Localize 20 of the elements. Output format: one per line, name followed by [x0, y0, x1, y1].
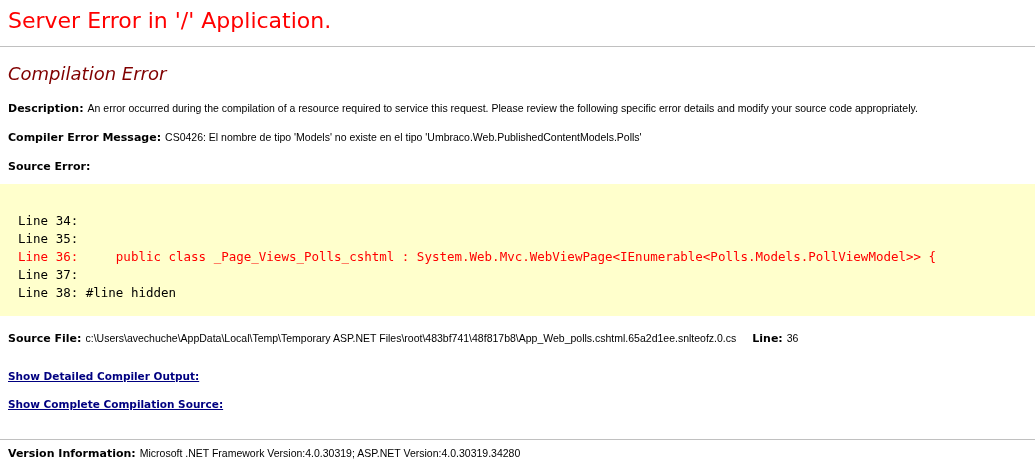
field-label: Source Error: — [8, 160, 91, 173]
code-line: Line 37: — [18, 265, 80, 284]
code-line: Line 36: public class _Page_Views_Polls_cshtml : System.Web.Mvc.WebViewPage<IEnumerable<Polls.Models.PollViewModel>> { — [18, 247, 938, 266]
description-text: An error occurred during the compilation of a resource required to service this request. Please review the following specific error details and modify your source code appropriately. — [87, 101, 918, 116]
field-label: Source File: — [8, 330, 82, 347]
code-line: Line 34: — [18, 211, 80, 230]
file-path: c:\Users\avechuche\AppData\Local\Temp\Temporary ASP.NET Files\root\483bf741\48f817b8\App_Web_polls.cshtml.65a2d1ee.snlteofz.0.cs — [85, 330, 737, 346]
error-message-text: CS0426: El nombre de tipo 'Models' no existe en el tipo 'Umbraco.Web.PublishedContentModels.Polls' — [165, 129, 642, 145]
toggle-link[interactable]: Show Complete Compilation Source: — [8, 396, 224, 413]
code-line: Line 35: — [18, 229, 80, 248]
code-line: Line 38: #line hidden — [18, 283, 178, 302]
version-text: Microsoft .NET Framework Version:4.0.30319; ASP.NET Version:4.0.30319.34280 — [139, 445, 521, 461]
field-label: Compiler Error Message: — [8, 129, 162, 146]
page-title: Server Error in '/' Application. — [8, 7, 333, 35]
error-heading: Compilation Error — [8, 62, 169, 86]
field-label: Description: — [8, 101, 84, 117]
field-label: Line: — [752, 331, 783, 345]
field-label: Version Information: — [8, 445, 136, 462]
line-number: 36 — [786, 330, 799, 346]
toggle-link[interactable]: Show Detailed Compiler Output: — [8, 369, 200, 385]
